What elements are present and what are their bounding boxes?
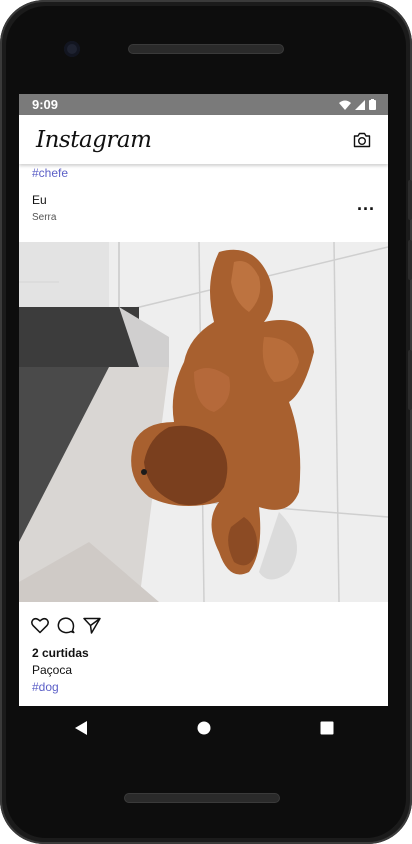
feed[interactable]: #chefe Eu Serra ... 2 curtidas Paçoca #d… (19, 166, 388, 694)
volume-down-button (408, 350, 412, 410)
recents-icon[interactable] (320, 721, 334, 735)
wifi-icon (339, 100, 351, 110)
post-header: Eu Serra ... (19, 174, 388, 242)
post-hashtag[interactable]: #dog (19, 677, 388, 694)
front-camera (64, 41, 80, 57)
likes-count[interactable]: 2 curtidas (19, 638, 388, 660)
comment-icon[interactable] (57, 616, 75, 634)
back-icon[interactable] (74, 720, 88, 736)
bottom-speaker (124, 793, 280, 803)
status-time: 9:09 (32, 97, 59, 112)
post-photo[interactable] (19, 242, 388, 602)
more-options-button[interactable]: ... (357, 194, 375, 223)
post-location[interactable]: Serra (32, 212, 56, 223)
previous-post-hashtag[interactable]: #chefe (32, 166, 68, 180)
signal-icon (355, 99, 365, 110)
top-speaker (128, 44, 284, 54)
power-button (408, 180, 412, 220)
app-bar: Instagram (19, 115, 388, 164)
post-author-block: Eu Serra (32, 193, 56, 223)
dog-photo-illustration (19, 242, 388, 602)
post-author[interactable]: Eu (32, 193, 56, 207)
send-icon[interactable] (83, 617, 101, 634)
phone-screen: 9:09 Instagram #chefe Eu Serra ... 2 cur… (19, 94, 388, 706)
camera-icon[interactable] (353, 132, 371, 148)
status-bar: 9:09 (19, 94, 388, 115)
status-icons (339, 99, 376, 110)
battery-icon (369, 99, 376, 110)
post-actions (19, 602, 388, 638)
home-icon[interactable] (197, 721, 211, 735)
heart-icon[interactable] (31, 617, 49, 634)
instagram-logo: Instagram (36, 126, 152, 153)
post-caption: Paçoca (32, 663, 73, 677)
volume-up-button (408, 240, 412, 280)
android-nav-bar (19, 706, 388, 750)
